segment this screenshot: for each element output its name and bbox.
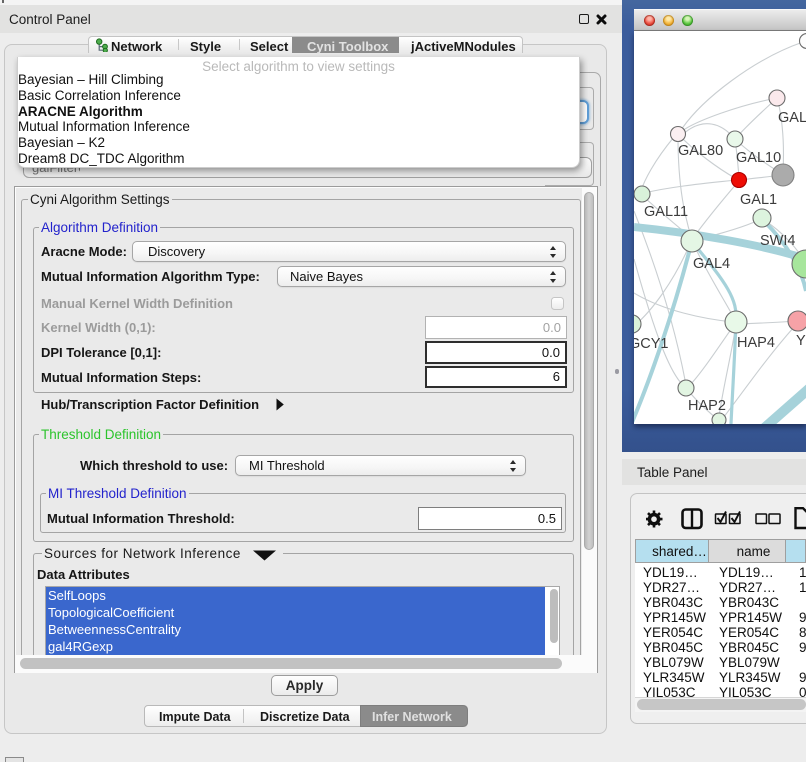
svg-text:HAP4: HAP4 xyxy=(737,335,775,351)
svg-text:GAL4: GAL4 xyxy=(693,256,730,272)
svg-text:GAL10: GAL10 xyxy=(736,150,781,166)
svg-text:GAL80: GAL80 xyxy=(678,143,723,159)
svg-text:GCY1: GCY1 xyxy=(634,336,669,352)
svg-text:GAL1: GAL1 xyxy=(740,192,777,208)
svg-text:Y: Y xyxy=(796,333,806,349)
svg-text:SWI4: SWI4 xyxy=(760,233,795,249)
svg-text:GAL11: GAL11 xyxy=(644,204,688,220)
svg-text:GAL7: GAL7 xyxy=(778,110,806,126)
svg-text:HAP2: HAP2 xyxy=(688,398,726,414)
